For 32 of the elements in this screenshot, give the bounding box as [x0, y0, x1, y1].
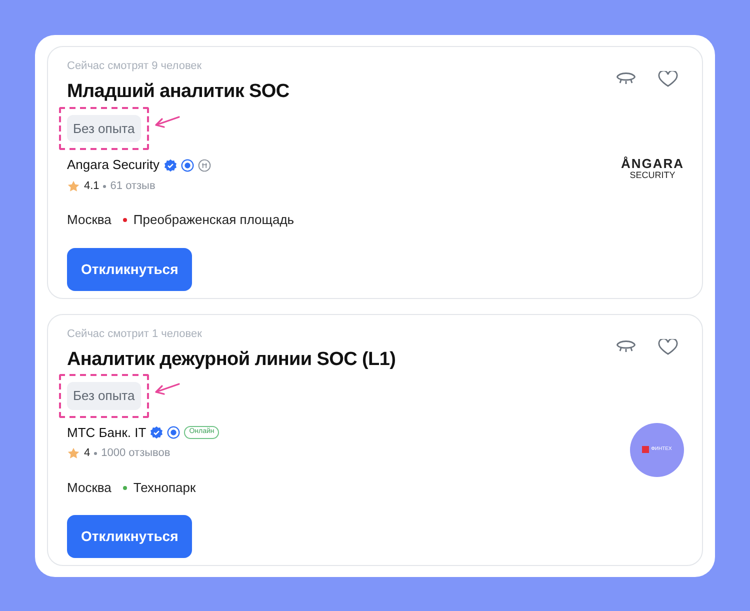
arrow-icon — [152, 382, 181, 396]
closed-eye-icon[interactable] — [616, 71, 636, 87]
heart-icon[interactable] — [658, 338, 678, 354]
experience-tag: Без опыта — [67, 114, 141, 142]
rating-value: 4.1 — [84, 178, 100, 194]
vacancy-title[interactable]: Аналитик дежурной линии SOC (L1) — [67, 348, 684, 372]
company-name[interactable]: Angara Security — [67, 155, 160, 175]
viewers-count: Сейчас смотрят 9 человек — [67, 61, 203, 72]
star-icon — [67, 180, 80, 193]
company-logo: ÅNGARA SECURITY — [620, 157, 684, 180]
separator-dot — [103, 184, 106, 188]
city-name: Москва — [67, 211, 112, 230]
star-icon — [67, 447, 80, 460]
separator-dot — [94, 452, 98, 456]
experience-tag: Без опыта — [67, 382, 141, 410]
rank-circle-icon — [198, 158, 210, 172]
viewers-count: Сейчас смотрит 1 человек — [67, 328, 203, 340]
rating-value: 4 — [84, 446, 90, 462]
verified-icon — [150, 426, 164, 440]
metro-station: Преображенская площадь — [133, 211, 294, 230]
heart-icon[interactable] — [658, 71, 678, 87]
company-name[interactable]: МТС Банк. IT — [67, 422, 146, 442]
closed-eye-icon[interactable] — [616, 338, 636, 354]
vacancy-title[interactable]: Младший аналитик SOC — [67, 81, 684, 104]
verified-icon — [164, 158, 176, 172]
badge-circle-icon — [180, 158, 194, 172]
city-name: Москва — [67, 478, 112, 497]
metro-station: Технопарк — [133, 478, 196, 497]
badge-circle-icon — [167, 426, 180, 440]
apply-button[interactable]: Откликнуться — [67, 515, 192, 558]
apply-button[interactable]: Откликнуться — [67, 248, 192, 291]
arrow-icon — [152, 114, 181, 129]
